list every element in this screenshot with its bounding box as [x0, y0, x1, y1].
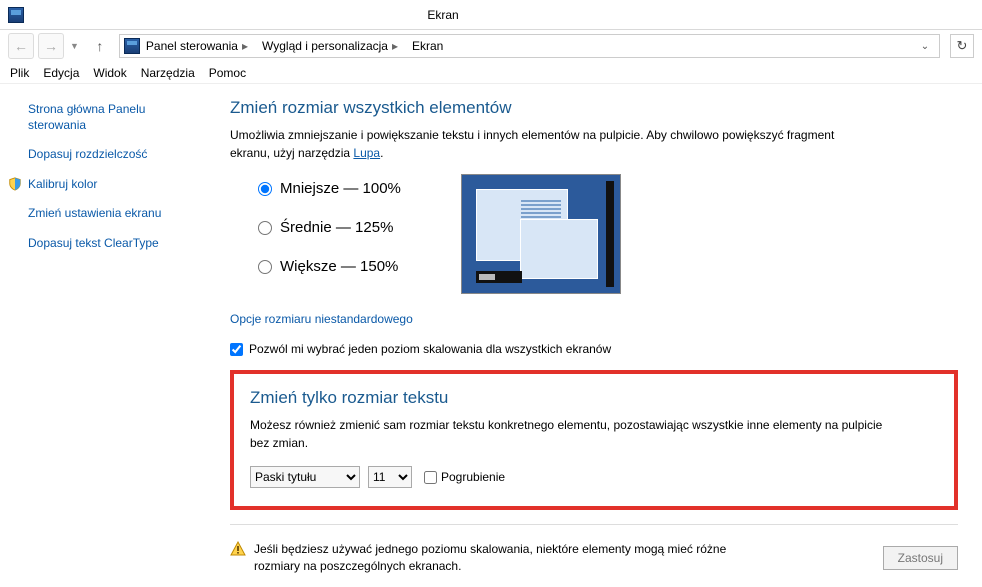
sidebar-item-home[interactable]: Strona główna Panelu sterowania	[28, 102, 200, 133]
sidebar-item-label: Kalibruj kolor	[28, 177, 97, 191]
breadcrumb[interactable]: Panel sterowania▸	[142, 37, 256, 55]
preview-image	[461, 174, 621, 294]
scaling-checkbox[interactable]	[230, 343, 243, 356]
menu-help[interactable]: Pomoc	[209, 66, 246, 80]
font-size-select[interactable]: 11	[368, 466, 412, 488]
radio-label: Średnie — 125%	[280, 219, 393, 236]
radio-medium-input[interactable]	[258, 221, 272, 235]
menu-tools[interactable]: Narzędzia	[141, 66, 195, 80]
radio-larger-input[interactable]	[258, 260, 272, 274]
divider	[230, 524, 958, 525]
menu-edit[interactable]: Edycja	[43, 66, 79, 80]
breadcrumb[interactable]: Wygląd i personalizacja▸	[258, 37, 406, 55]
scaling-checkbox-label: Pozwól mi wybrać jeden poziom skalowania…	[249, 342, 611, 356]
menubar: Plik Edycja Widok Narzędzia Pomoc	[0, 62, 982, 84]
radio-smaller-input[interactable]	[258, 182, 272, 196]
sidebar: Strona główna Panelu sterowania Dopasuj …	[0, 84, 210, 587]
warning-row: Jeśli będziesz używać jednego poziomu sk…	[230, 535, 958, 582]
titlebar: Ekran	[0, 0, 982, 30]
bold-checkbox-label: Pogrubienie	[441, 470, 505, 484]
section-desc: Umożliwia zmniejszanie i powiększanie te…	[230, 126, 870, 162]
element-select[interactable]: Paski tytułu	[250, 466, 360, 488]
warning-text: Jeśli będziesz używać jednego poziomu sk…	[254, 541, 754, 576]
radio-label: Większe — 150%	[280, 258, 398, 275]
sidebar-item-display-settings[interactable]: Zmień ustawienia ekranu	[28, 206, 200, 222]
scaling-checkbox-row[interactable]: Pozwól mi wybrać jeden poziom skalowania…	[230, 342, 958, 356]
nav-toolbar: ← → ▼ ↑ Panel sterowania▸ Wygląd i perso…	[0, 30, 982, 62]
magnifier-link[interactable]: Lupa	[353, 146, 380, 160]
warning-icon	[230, 541, 246, 557]
main-panel: Zmień rozmiar wszystkich elementów Umożl…	[210, 84, 982, 587]
size-radio-group: Mniejsze — 100% Średnie — 125% Większe —…	[258, 174, 401, 275]
radio-smaller[interactable]: Mniejsze — 100%	[258, 180, 401, 197]
address-dropdown-icon[interactable]: ⌄	[915, 41, 935, 52]
radio-label: Mniejsze — 100%	[280, 180, 401, 197]
address-bar[interactable]: Panel sterowania▸ Wygląd i personalizacj…	[119, 34, 940, 58]
location-icon	[124, 38, 140, 54]
window-title: Ekran	[32, 8, 854, 22]
custom-size-link[interactable]: Opcje rozmiaru niestandardowego	[230, 312, 958, 326]
radio-larger[interactable]: Większe — 150%	[258, 258, 401, 275]
refresh-button[interactable]: ↻	[950, 34, 974, 58]
history-dropdown-icon[interactable]: ▼	[70, 41, 79, 51]
breadcrumb[interactable]: Ekran	[408, 37, 447, 55]
sidebar-item-resolution[interactable]: Dopasuj rozdzielczość	[28, 147, 200, 163]
up-button[interactable]: ↑	[89, 35, 111, 57]
section-title-resize-all: Zmień rozmiar wszystkich elementów	[230, 98, 958, 118]
app-icon	[8, 7, 24, 23]
bold-checkbox-row[interactable]: Pogrubienie	[424, 470, 505, 484]
menu-file[interactable]: Plik	[10, 66, 29, 80]
section-title-text-size: Zmień tylko rozmiar tekstu	[250, 388, 938, 408]
forward-button[interactable]: →	[38, 33, 64, 59]
shield-icon	[8, 177, 22, 191]
bold-checkbox[interactable]	[424, 471, 437, 484]
section2-desc: Możesz również zmienić sam rozmiar tekst…	[250, 416, 890, 452]
sidebar-item-calibrate[interactable]: Kalibruj kolor	[28, 177, 200, 193]
highlighted-section: Zmień tylko rozmiar tekstu Możesz równie…	[230, 370, 958, 510]
menu-view[interactable]: Widok	[93, 66, 126, 80]
back-button[interactable]: ←	[8, 33, 34, 59]
radio-medium[interactable]: Średnie — 125%	[258, 219, 401, 236]
sidebar-item-cleartype[interactable]: Dopasuj tekst ClearType	[28, 236, 200, 252]
apply-button[interactable]: Zastosuj	[883, 546, 958, 570]
